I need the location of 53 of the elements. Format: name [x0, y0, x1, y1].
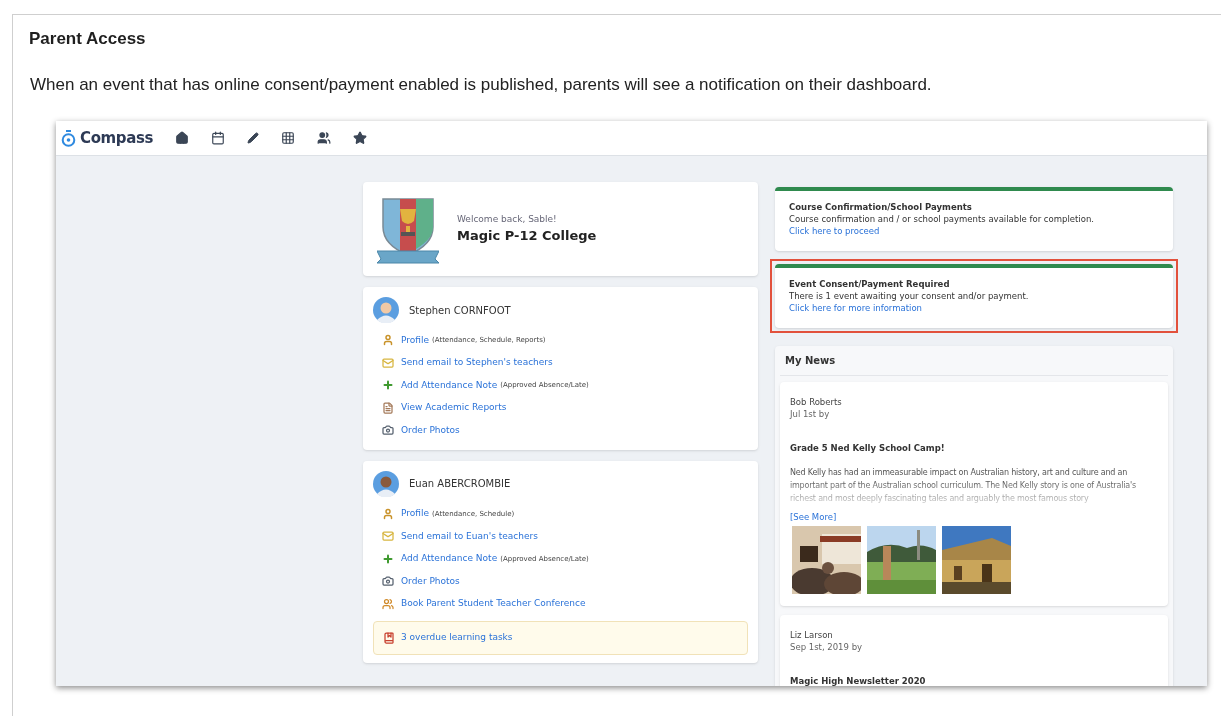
book-icon [383, 632, 395, 644]
document-icon [382, 401, 394, 414]
page-heading: Parent Access [29, 29, 147, 49]
avatar-icon [373, 297, 399, 323]
notice-text: There is 1 event awaiting your consent and/or payment. [789, 290, 1030, 302]
welcome-greeting: Welcome back, Sable! [457, 212, 558, 226]
student-link[interactable]: View Academic Reports [401, 401, 507, 415]
student-link[interactable]: Send email to Euan's teachers [401, 529, 538, 543]
overdue-tasks-link[interactable]: 3 overdue learning tasks [401, 631, 513, 645]
post-date: Jul 1st by [790, 408, 831, 420]
student-link[interactable]: Add Attendance Note [401, 378, 498, 392]
post-title: Grade 5 Ned Kelly School Camp! [790, 442, 946, 454]
calendar-icon[interactable] [211, 131, 226, 145]
plus-icon [382, 379, 394, 392]
pencil-icon[interactable] [247, 132, 260, 144]
student-link[interactable]: Send email to Stephen's teachers [401, 356, 553, 370]
notice-text: Course confirmation and / or school payments available for completion. [789, 213, 1095, 225]
post-date: Sep 1st, 2019 by [790, 640, 864, 653]
student-link[interactable]: Profile [401, 507, 429, 521]
notice-title: Event Consent/Payment Required [789, 278, 951, 290]
intro-paragraph: When an event that has online consent/payment enabled is published, parents will see a notification on their dashboard. [30, 75, 933, 95]
people-icon[interactable] [317, 131, 332, 145]
student-link[interactable]: Add Attendance Note [401, 552, 498, 566]
people-icon [382, 597, 394, 610]
plus-icon [382, 552, 394, 565]
student-link[interactable]: Order Photos [401, 423, 460, 437]
home-icon[interactable] [175, 131, 190, 145]
student-link[interactable]: Order Photos [401, 574, 460, 588]
envelope-icon [382, 356, 394, 369]
person-icon [382, 507, 394, 520]
envelope-icon [382, 530, 394, 543]
notice-title: Course Confirmation/School Payments [789, 201, 973, 213]
notice-link[interactable]: Click here to proceed [789, 225, 880, 237]
notice-link[interactable]: Click here for more information [789, 302, 922, 314]
post-excerpt: Ned Kelly has had an immeasurable impact on Australian history, art and culture and an important part of the Australian school curriculum. The Ned Kelly story is one of Australia's richest and most deeply fascinating tales and arguably the most famous story [790, 467, 1137, 505]
student-name: Stephen CORNFOOT [409, 303, 511, 318]
camera-icon [382, 575, 394, 588]
see-more-link[interactable]: [See More] [790, 511, 837, 524]
student-link[interactable]: Profile [401, 333, 429, 347]
post-title: Magic High Newsletter 2020 [790, 674, 927, 686]
stopwatch-icon [61, 129, 76, 147]
star-icon[interactable] [353, 131, 368, 145]
post-author: Liz Larson [790, 628, 834, 641]
brand-name[interactable]: Compass [80, 126, 154, 150]
grid-icon[interactable] [281, 131, 296, 145]
post-author: Bob Roberts [790, 396, 843, 408]
person-icon [382, 334, 394, 347]
school-name: Magic P-12 College [457, 227, 597, 245]
avatar-icon [373, 470, 399, 497]
news-title: My News [785, 354, 836, 368]
student-link[interactable]: Book Parent Student Teacher Conference [401, 597, 586, 611]
camera-icon [382, 424, 394, 437]
student-name: Euan ABERCROMBIE [409, 477, 511, 491]
